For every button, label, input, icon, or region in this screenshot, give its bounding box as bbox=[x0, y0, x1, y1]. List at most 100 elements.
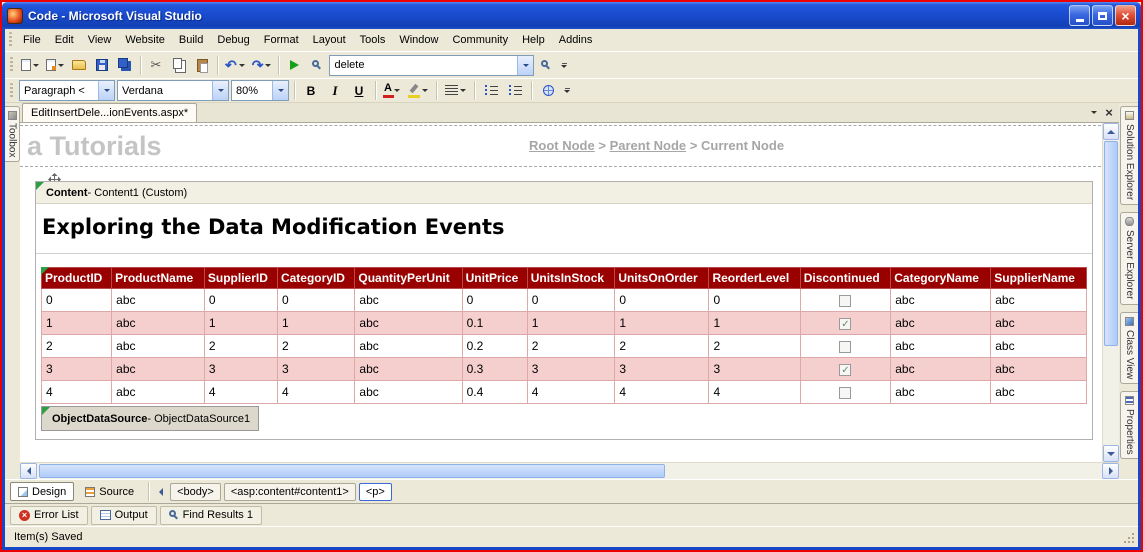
underline-button[interactable]: U bbox=[348, 80, 370, 102]
menu-website[interactable]: Website bbox=[118, 31, 172, 49]
design-view-button[interactable]: Design bbox=[10, 482, 74, 501]
error-list-tab[interactable]: Error List bbox=[10, 506, 88, 525]
vertical-scrollbar-track[interactable] bbox=[1103, 347, 1119, 445]
output-tab[interactable]: Output bbox=[91, 506, 157, 525]
paste-button[interactable] bbox=[191, 54, 213, 76]
grid-column-header: ProductID bbox=[42, 268, 112, 289]
grid-cell: 2 bbox=[527, 335, 615, 358]
hyperlink-button[interactable] bbox=[537, 80, 559, 102]
close-button[interactable] bbox=[1115, 5, 1136, 26]
save-button[interactable] bbox=[91, 54, 113, 76]
menu-format[interactable]: Format bbox=[257, 31, 306, 49]
close-document-button[interactable] bbox=[1101, 104, 1117, 120]
toolbox-icon bbox=[8, 111, 17, 120]
menu-layout[interactable]: Layout bbox=[306, 31, 353, 49]
tag-aspcontent-chip[interactable]: <asp:content#content1> bbox=[224, 483, 356, 501]
grid-cell: abc bbox=[991, 381, 1087, 404]
new-file-button[interactable] bbox=[18, 54, 42, 76]
menu-help[interactable]: Help bbox=[515, 31, 552, 49]
font-family-combo[interactable]: Verdana bbox=[117, 80, 229, 101]
tag-body-chip[interactable]: <body> bbox=[170, 483, 221, 501]
grid-cell-discontinued bbox=[800, 289, 891, 312]
font-family-dropdown[interactable] bbox=[212, 81, 228, 100]
menubar-grip[interactable] bbox=[9, 32, 12, 48]
breadcrumb-root-node-link[interactable]: Root Node bbox=[529, 138, 595, 153]
horizontal-scrollbar-thumb[interactable] bbox=[39, 464, 665, 478]
copy-button[interactable] bbox=[168, 54, 190, 76]
minimize-button[interactable] bbox=[1069, 5, 1090, 26]
smart-tag-icon[interactable] bbox=[41, 267, 49, 275]
block-format-dropdown[interactable] bbox=[98, 81, 114, 100]
menu-community[interactable]: Community bbox=[445, 31, 515, 49]
cut-button[interactable] bbox=[145, 54, 167, 76]
solution-explorer-tab[interactable]: Solution Explorer bbox=[1120, 106, 1138, 205]
grid-cell: 2 bbox=[615, 335, 709, 358]
horizontal-scrollbar[interactable] bbox=[20, 462, 1119, 479]
align-button[interactable] bbox=[442, 80, 469, 102]
design-surface[interactable]: a Tutorials Root Node > Parent Node > Cu… bbox=[20, 123, 1119, 462]
vertical-scrollbar-thumb[interactable] bbox=[1104, 141, 1118, 346]
gridview-control[interactable]: ProductIDProductNameSupplierIDCategoryID… bbox=[41, 267, 1087, 404]
source-view-button[interactable]: Source bbox=[77, 482, 142, 501]
find-combo[interactable]: delete bbox=[329, 55, 534, 76]
menu-build[interactable]: Build bbox=[172, 31, 210, 49]
italic-button[interactable]: I bbox=[324, 80, 346, 102]
find-in-files-button[interactable] bbox=[535, 54, 557, 76]
menu-debug[interactable]: Debug bbox=[210, 31, 256, 49]
server-explorer-tab[interactable]: Server Explorer bbox=[1120, 212, 1138, 304]
font-size-dropdown[interactable] bbox=[272, 81, 288, 100]
block-format-combo[interactable]: Paragraph < bbox=[19, 80, 115, 101]
properties-tab[interactable]: Properties bbox=[1120, 391, 1138, 460]
vertical-scrollbar[interactable] bbox=[1102, 123, 1119, 462]
toolbar-overflow-button[interactable] bbox=[558, 54, 570, 76]
toolbar-grip[interactable] bbox=[10, 83, 13, 99]
menu-view[interactable]: View bbox=[81, 31, 119, 49]
bold-button[interactable]: B bbox=[300, 80, 322, 102]
maximize-button[interactable] bbox=[1092, 5, 1113, 26]
menu-window[interactable]: Window bbox=[392, 31, 445, 49]
source-view-label: Source bbox=[99, 486, 134, 498]
smart-tag-icon[interactable] bbox=[42, 407, 50, 415]
toolbox-tab[interactable]: Toolbox bbox=[5, 106, 20, 162]
grid-cell: 2 bbox=[42, 335, 112, 358]
tag-navigator-back-button[interactable] bbox=[155, 488, 167, 496]
save-all-button[interactable] bbox=[114, 54, 136, 76]
menu-file[interactable]: File bbox=[16, 31, 48, 49]
smart-tag-icon[interactable] bbox=[36, 182, 44, 190]
document-list-button[interactable] bbox=[1085, 104, 1101, 120]
objectdatasource-control[interactable]: ObjectDataSource - ObjectDataSource1 bbox=[41, 406, 259, 431]
bullet-list-button[interactable] bbox=[504, 80, 526, 102]
toolbar-grip[interactable] bbox=[10, 57, 13, 73]
font-color-button[interactable]: A bbox=[381, 80, 403, 102]
grid-cell-discontinued: ✓ bbox=[800, 358, 891, 381]
highlight-button[interactable] bbox=[405, 80, 431, 102]
toolbar-overflow-button[interactable] bbox=[561, 80, 573, 102]
start-debug-button[interactable] bbox=[283, 54, 305, 76]
font-size-combo[interactable]: 80% bbox=[231, 80, 289, 101]
menu-edit[interactable]: Edit bbox=[48, 31, 81, 49]
breadcrumb-parent-node-link[interactable]: Parent Node bbox=[610, 138, 687, 153]
horizontal-scrollbar-track[interactable] bbox=[667, 463, 1102, 479]
scroll-up-button[interactable] bbox=[1103, 123, 1119, 140]
find-results-tab[interactable]: Find Results 1 bbox=[160, 506, 262, 525]
scroll-down-button[interactable] bbox=[1103, 445, 1119, 462]
class-view-tab[interactable]: Class View bbox=[1120, 312, 1138, 384]
title-bar[interactable]: Code - Microsoft Visual Studio bbox=[2, 2, 1141, 29]
resize-grip[interactable] bbox=[1132, 541, 1134, 543]
find-combo-dropdown[interactable] bbox=[517, 56, 533, 75]
document-tab[interactable]: EditInsertDele...ionEvents.aspx* bbox=[22, 103, 197, 122]
redo-button[interactable] bbox=[249, 54, 275, 76]
find-button[interactable] bbox=[306, 54, 328, 76]
content-placeholder-control[interactable]: Content - Content1 (Custom) Exploring th… bbox=[35, 181, 1093, 440]
tag-p-chip[interactable]: <p> bbox=[359, 483, 392, 501]
undo-button[interactable] bbox=[222, 54, 248, 76]
scroll-left-button[interactable] bbox=[20, 463, 37, 479]
grid-cell: 4 bbox=[204, 381, 277, 404]
open-file-button[interactable] bbox=[68, 54, 90, 76]
add-item-button[interactable] bbox=[43, 54, 67, 76]
menu-addins[interactable]: Addins bbox=[552, 31, 600, 49]
menu-tools[interactable]: Tools bbox=[353, 31, 393, 49]
content-placeholder-header[interactable]: Content - Content1 (Custom) bbox=[36, 182, 1092, 204]
scroll-right-button[interactable] bbox=[1102, 463, 1119, 479]
numbered-list-button[interactable] bbox=[480, 80, 502, 102]
